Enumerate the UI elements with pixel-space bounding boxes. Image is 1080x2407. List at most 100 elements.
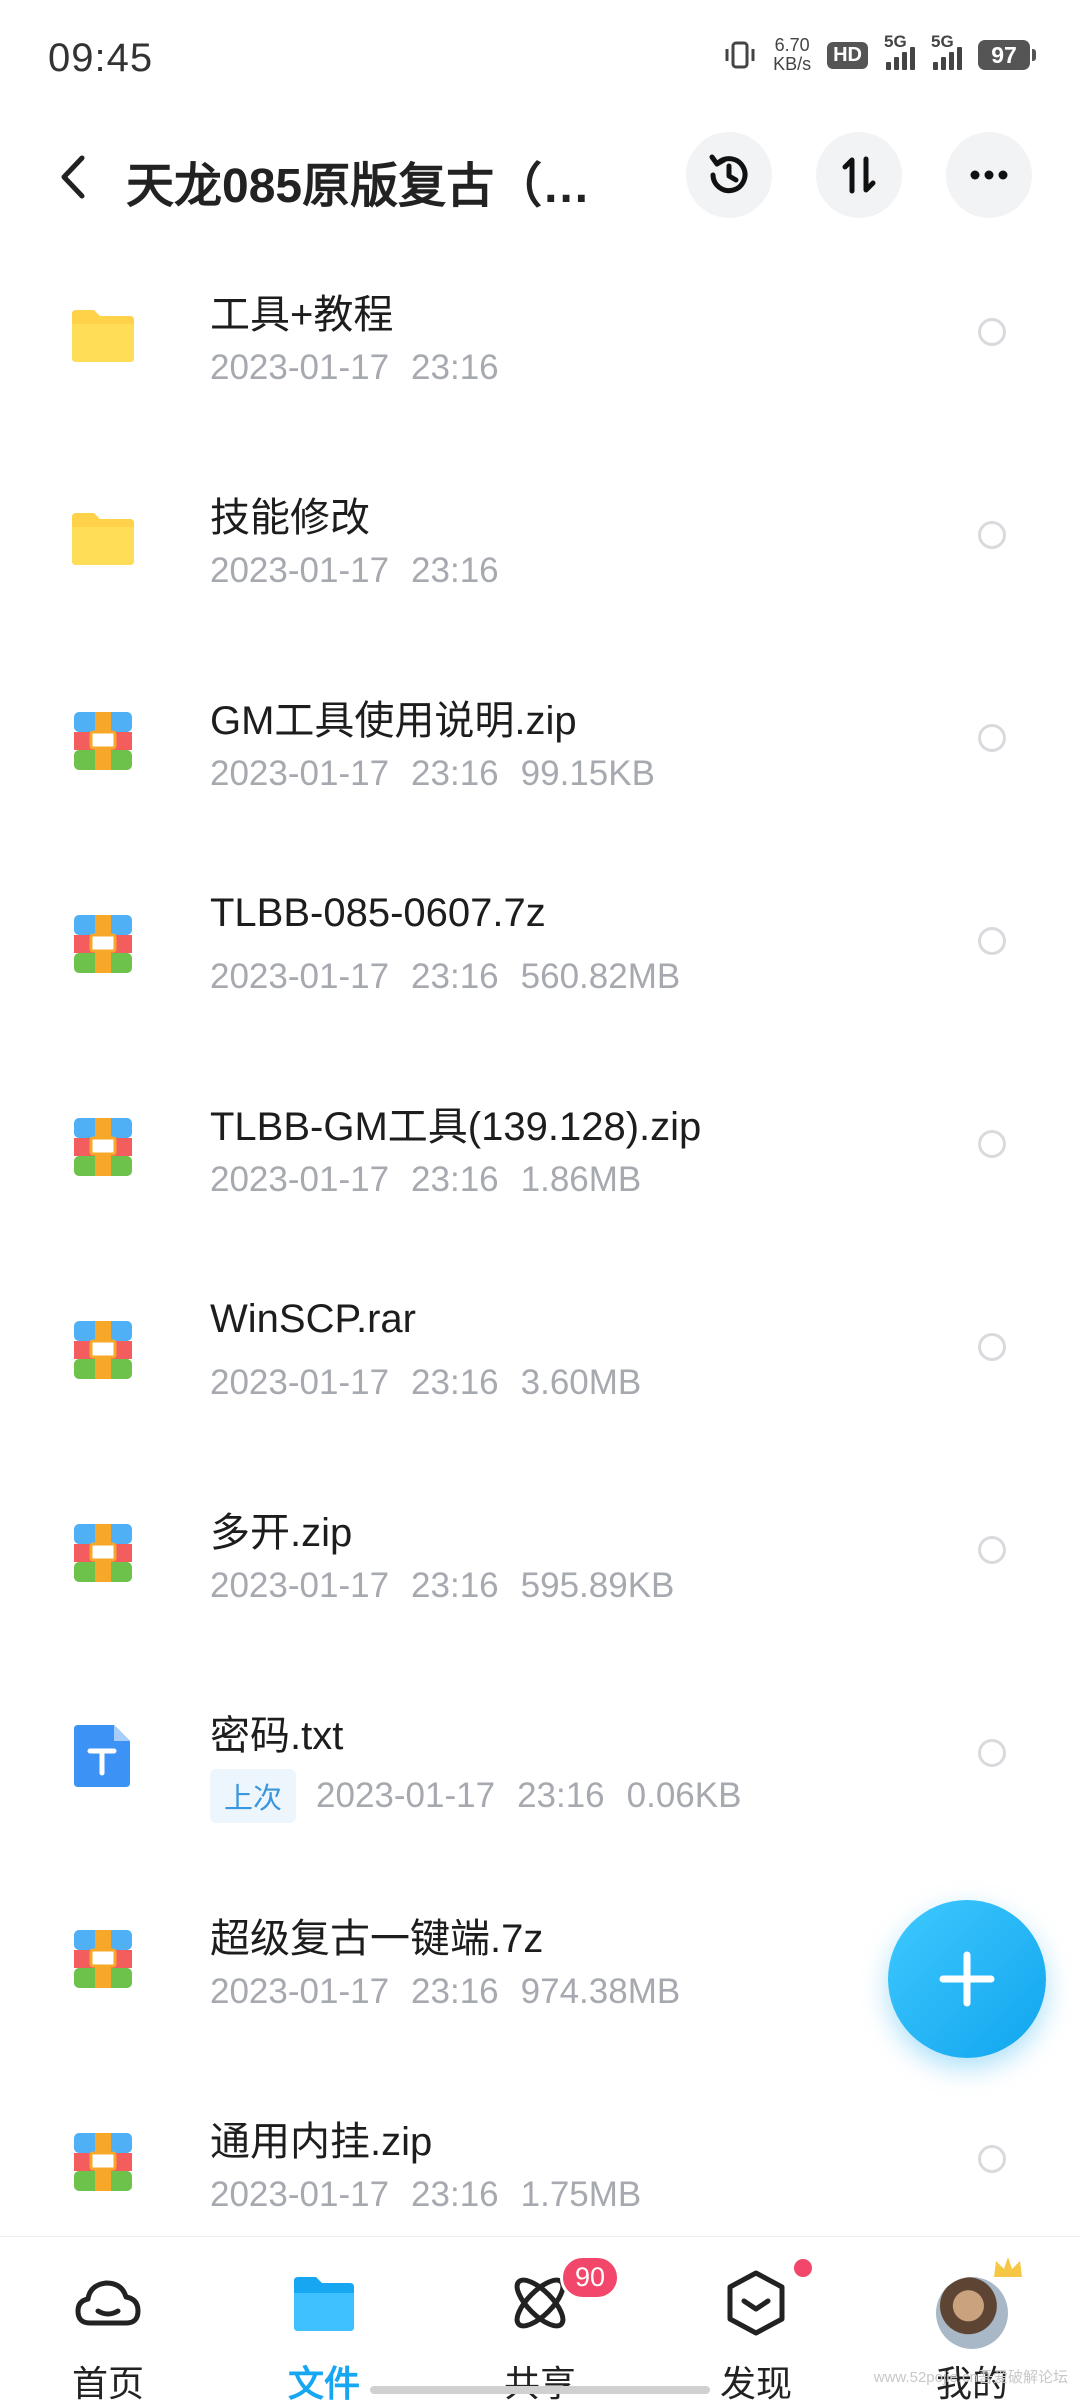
last-opened-tag: 上次 [210,1769,297,1823]
file-time: 23:16 [411,2175,499,2214]
crown-icon [994,2257,1022,2277]
file-row[interactable]: TLBB-GM工具(139.128).zip 2023-01-17 23:16 … [0,1052,1080,1255]
file-name: 技能修改 [210,496,370,540]
file-size: 1.75MB [520,2175,642,2214]
archive-icon [74,1930,132,1988]
file-time: 23:16 [411,1566,499,1605]
discover-dot [794,2259,812,2277]
file-name: WinSCP.rar [210,1297,416,1341]
nav-label: 文件 [287,2363,360,2404]
file-time: 23:16 [411,754,499,793]
home-indicator[interactable] [370,2386,710,2394]
nav-label: 共享 [503,2363,576,2404]
folder-icon [72,513,134,565]
vibrate-icon [725,41,755,69]
file-date: 2023-01-17 [210,2175,390,2214]
file-size: 974.38MB [520,1972,681,2011]
net-speed-value: 6.70 [774,35,810,55]
file-meta: 2023-01-17 23:16 974.38MB [210,1972,680,2012]
history-button[interactable] [686,132,772,218]
file-row[interactable]: GM工具使用说明.zip 2023-01-17 23:16 99.15KB [0,646,1080,849]
nav-files[interactable]: 文件 [216,2237,432,2404]
sort-button[interactable] [816,132,902,218]
file-name: TLBB-GM工具(139.128).zip [210,1105,702,1149]
file-time: 23:16 [411,957,499,996]
add-button[interactable] [888,1900,1046,2058]
archive-icon [74,1118,132,1176]
file-meta: 2023-01-17 23:16 560.82MB [210,957,680,997]
file-meta: 2023-01-17 23:16 3.60MB [210,1363,641,1403]
file-name: TLBB-085-0607.7z [210,891,546,935]
file-meta: 2023-01-17 23:16 [210,348,499,388]
signal-1-label: 5G [884,32,907,51]
more-button[interactable] [946,132,1032,218]
status-icons: 6.70 KB/s HD 5G 5G 97 [723,32,1036,74]
file-row[interactable]: WinSCP.rar 2023-01-17 23:16 3.60MB [0,1255,1080,1458]
file-time: 23:16 [411,348,499,387]
nav-discover[interactable]: 发现 [648,2237,864,2404]
select-radio[interactable] [978,521,1006,549]
file-name: GM工具使用说明.zip [210,699,577,743]
plus-icon [939,1951,995,2007]
archive-icon [74,915,132,973]
avatar [936,2277,1008,2349]
text-file-icon [74,1725,130,1787]
discover-box-icon [727,2270,785,2336]
file-name: 多开.zip [210,1511,353,1555]
history-icon [709,154,748,194]
file-meta: 2023-01-17 23:16 1.86MB [210,1160,641,1200]
sort-icon [842,156,876,194]
file-row[interactable]: 技能修改 2023-01-17 23:16 [0,443,1080,646]
folder-icon [72,310,134,362]
net-speed: 6.70 KB/s [773,36,811,74]
status-time: 09:45 [48,36,154,80]
file-date: 2023-01-17 [210,551,390,590]
archive-icon [74,712,132,770]
select-radio[interactable] [978,927,1006,955]
file-size: 560.82MB [520,957,681,996]
select-radio[interactable] [978,1739,1006,1767]
file-date: 2023-01-17 [210,1972,390,2011]
file-date: 2023-01-17 [316,1776,496,1815]
select-radio[interactable] [978,2145,1006,2173]
watermark: www.52pojie.cn吾爱破解论坛 [873,2369,1068,2386]
file-size: 3.60MB [520,1363,642,1402]
folder-icon [294,2277,354,2331]
file-row[interactable]: 多开.zip 2023-01-17 23:16 595.89KB [0,1458,1080,1661]
file-size: 595.89KB [520,1566,675,1605]
file-time: 23:16 [411,1160,499,1199]
select-radio[interactable] [978,318,1006,346]
file-date: 2023-01-17 [210,957,390,996]
file-date: 2023-01-17 [210,1363,390,1402]
hd-badge: HD [827,41,868,69]
file-size: 99.15KB [520,754,655,793]
select-radio[interactable] [978,1130,1006,1158]
file-time: 23:16 [411,1972,499,2011]
select-radio[interactable] [978,1536,1006,1564]
file-time: 23:16 [411,551,499,590]
battery-icon: 97 [978,40,1036,70]
select-radio[interactable] [978,1333,1006,1361]
back-icon[interactable] [48,150,98,204]
nav-label: 首页 [71,2363,144,2404]
file-name: 超级复古一键端.7z [210,1917,544,1961]
file-time: 23:16 [411,1363,499,1402]
share-badge: 90 [560,2255,621,2300]
nav-home[interactable]: 首页 [0,2237,216,2404]
file-name: 工具+教程 [210,293,394,337]
file-row[interactable]: TLBB-085-0607.7z 2023-01-17 23:16 560.82… [0,849,1080,1052]
signal-2-icon: 5G [931,32,962,70]
archive-icon [74,1321,132,1379]
file-row[interactable]: 工具+教程 2023-01-17 23:16 [0,240,1080,443]
file-date: 2023-01-17 [210,1160,390,1199]
file-date: 2023-01-17 [210,754,390,793]
file-meta: 2023-01-17 23:16 [210,551,499,591]
select-radio[interactable] [978,724,1006,752]
more-icon [970,170,1008,180]
nav-share[interactable]: 90 共享 [432,2237,648,2404]
status-bar: 09:45 6.70 KB/s HD 5G 5G 97 [0,0,1080,110]
nav-label: 发现 [719,2363,792,2404]
file-row[interactable]: 密码.txt 上次 2023-01-17 23:16 0.06KB [0,1661,1080,1864]
file-meta: 2023-01-17 23:16 595.89KB [210,1566,674,1606]
file-size: 1.86MB [520,1160,642,1199]
